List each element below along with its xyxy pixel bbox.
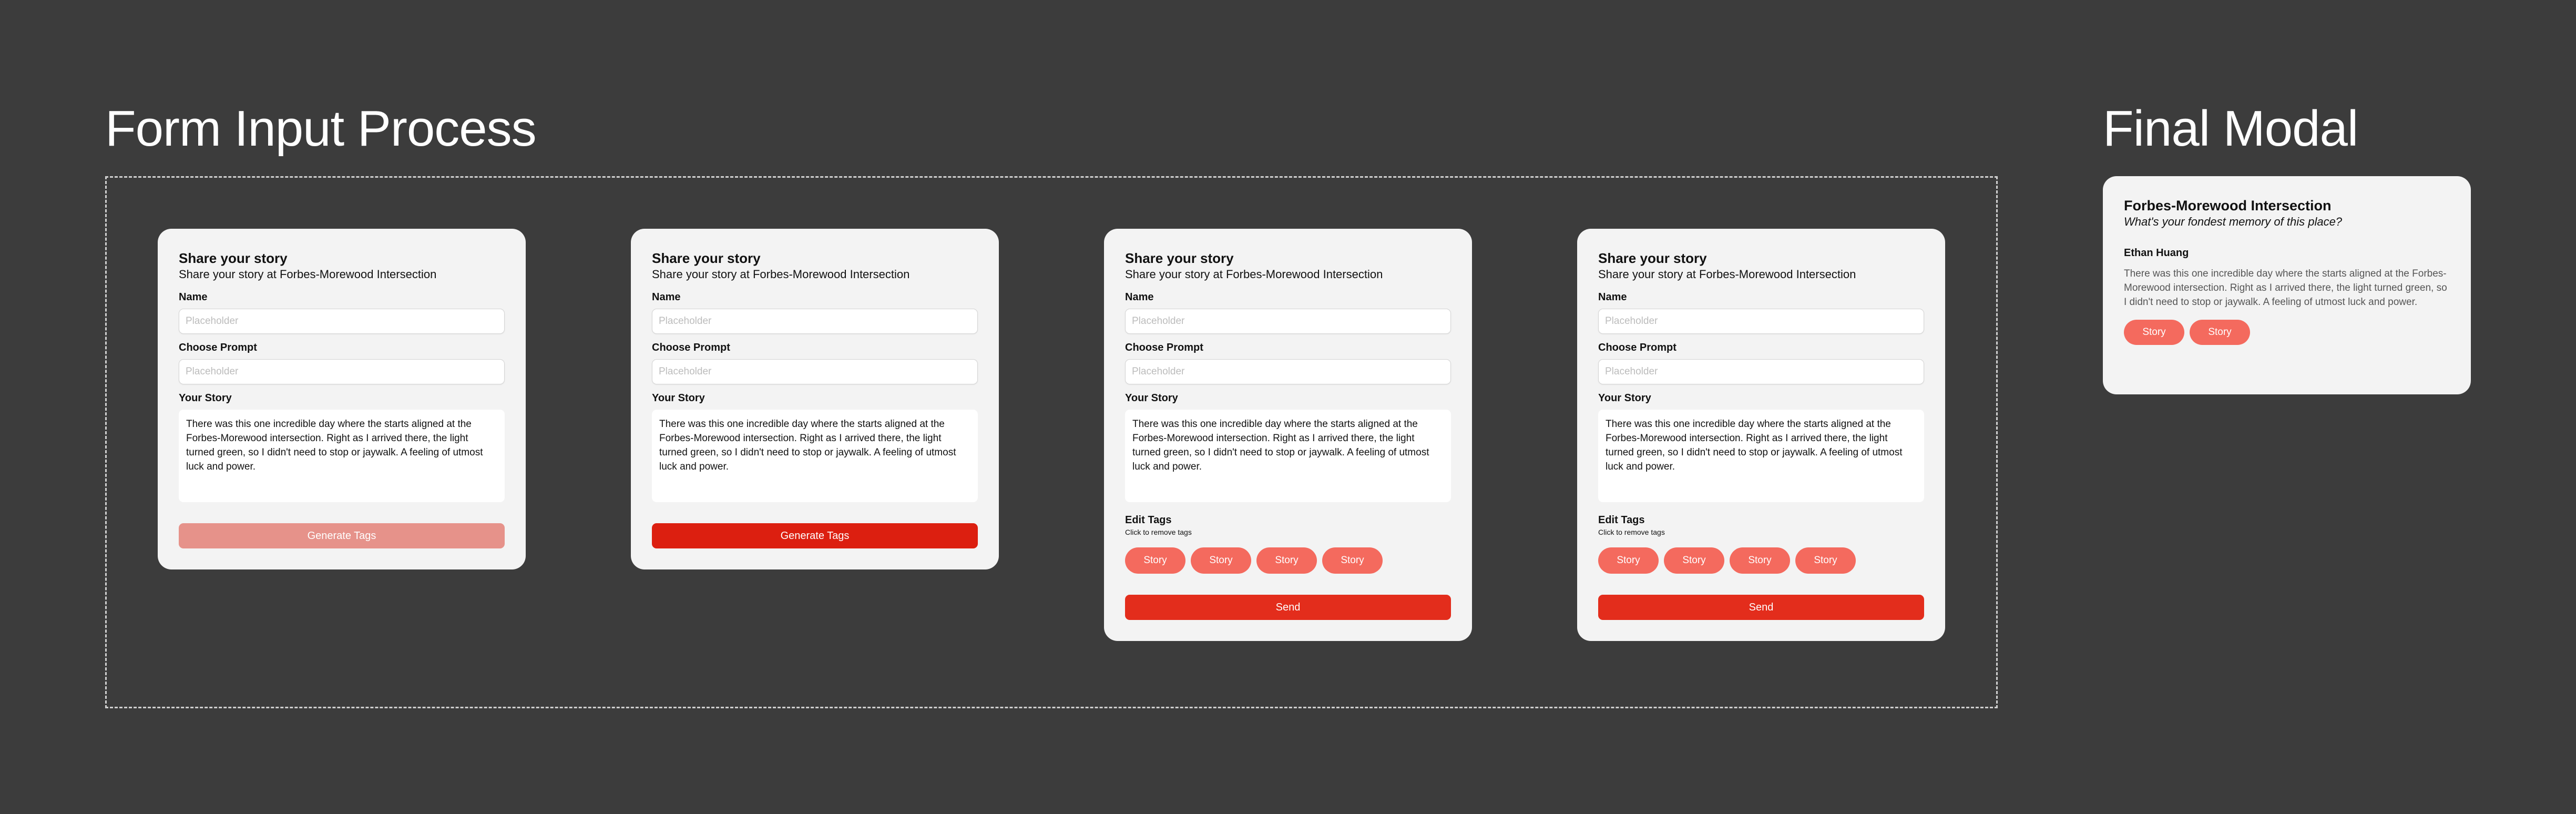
tag-chip[interactable]: Story bbox=[2124, 320, 2184, 345]
generate-tags-button[interactable]: Generate Tags bbox=[652, 523, 978, 548]
tag-chip[interactable]: Story bbox=[1730, 547, 1790, 574]
form-input-process-heading: Form Input Process bbox=[105, 100, 537, 157]
story-label: Your Story bbox=[1598, 392, 1651, 404]
form-subtitle: Share your story at Forbes-Morewood Inte… bbox=[1598, 268, 1856, 281]
form-title: Share your story bbox=[1598, 250, 1707, 266]
story-form-step-3: Share your story Share your story at For… bbox=[1104, 229, 1472, 641]
final-modal-heading: Final Modal bbox=[2103, 100, 2358, 157]
tag-chip[interactable]: Story bbox=[1322, 547, 1383, 574]
story-textarea[interactable]: There was this one incredible day where … bbox=[1598, 410, 1924, 502]
edit-tags-hint: Click to remove tags bbox=[1598, 528, 1665, 536]
send-button[interactable]: Send bbox=[1125, 595, 1451, 620]
prompt-label: Choose Prompt bbox=[179, 342, 257, 353]
name-input[interactable] bbox=[179, 309, 505, 334]
prompt-input[interactable] bbox=[1125, 359, 1451, 384]
story-form-step-4: Share your story Share your story at For… bbox=[1577, 229, 1945, 641]
name-input[interactable] bbox=[1125, 309, 1451, 334]
edit-tags-label: Edit Tags bbox=[1598, 514, 1645, 526]
prompt-label: Choose Prompt bbox=[1598, 342, 1677, 353]
tag-list: Story Story Story Story bbox=[1598, 547, 1924, 574]
name-label: Name bbox=[179, 291, 208, 303]
story-label: Your Story bbox=[652, 392, 705, 404]
form-title: Share your story bbox=[1125, 250, 1234, 266]
story-author: Ethan Huang bbox=[2124, 247, 2189, 259]
form-subtitle: Share your story at Forbes-Morewood Inte… bbox=[179, 268, 437, 281]
tag-chip[interactable]: Story bbox=[1191, 547, 1251, 574]
send-button[interactable]: Send bbox=[1598, 595, 1924, 620]
name-input[interactable] bbox=[1598, 309, 1924, 334]
story-textarea[interactable]: There was this one incredible day where … bbox=[179, 410, 505, 502]
tag-chip[interactable]: Story bbox=[1598, 547, 1659, 574]
name-label: Name bbox=[1125, 291, 1154, 303]
generate-tags-button[interactable]: Generate Tags bbox=[179, 523, 505, 548]
modal-title: Forbes-Morewood Intersection bbox=[2124, 198, 2332, 213]
name-label: Name bbox=[652, 291, 681, 303]
tag-chip[interactable]: Story bbox=[1664, 547, 1724, 574]
story-form-step-2: Share your story Share your story at For… bbox=[631, 229, 999, 569]
tag-chip[interactable]: Story bbox=[1256, 547, 1317, 574]
edit-tags-label: Edit Tags bbox=[1125, 514, 1172, 526]
tag-chip[interactable]: Story bbox=[1795, 547, 1856, 574]
prompt-input[interactable] bbox=[1598, 359, 1924, 384]
form-title: Share your story bbox=[179, 250, 288, 266]
name-input[interactable] bbox=[652, 309, 978, 334]
modal-prompt: What's your fondest memory of this place… bbox=[2124, 215, 2343, 228]
form-title: Share your story bbox=[652, 250, 761, 266]
prompt-input[interactable] bbox=[179, 359, 505, 384]
form-subtitle: Share your story at Forbes-Morewood Inte… bbox=[1125, 268, 1383, 281]
story-textarea[interactable]: There was this one incredible day where … bbox=[1125, 410, 1451, 502]
edit-tags-hint: Click to remove tags bbox=[1125, 528, 1192, 536]
story-body: There was this one incredible day where … bbox=[2124, 268, 2447, 308]
prompt-label: Choose Prompt bbox=[1125, 342, 1203, 353]
story-form-step-1: Share your story Share your story at For… bbox=[158, 229, 526, 569]
story-textarea[interactable]: There was this one incredible day where … bbox=[652, 410, 978, 502]
final-story-modal: Forbes-Morewood Intersection What's your… bbox=[2103, 176, 2471, 394]
prompt-input[interactable] bbox=[652, 359, 978, 384]
tag-chip[interactable]: Story bbox=[1125, 547, 1185, 574]
modal-tag-list: Story Story bbox=[2124, 320, 2450, 345]
story-label: Your Story bbox=[1125, 392, 1178, 404]
prompt-label: Choose Prompt bbox=[652, 342, 730, 353]
story-label: Your Story bbox=[179, 392, 232, 404]
name-label: Name bbox=[1598, 291, 1627, 303]
tag-chip[interactable]: Story bbox=[2190, 320, 2250, 345]
tag-list: Story Story Story Story bbox=[1125, 547, 1451, 574]
form-subtitle: Share your story at Forbes-Morewood Inte… bbox=[652, 268, 910, 281]
